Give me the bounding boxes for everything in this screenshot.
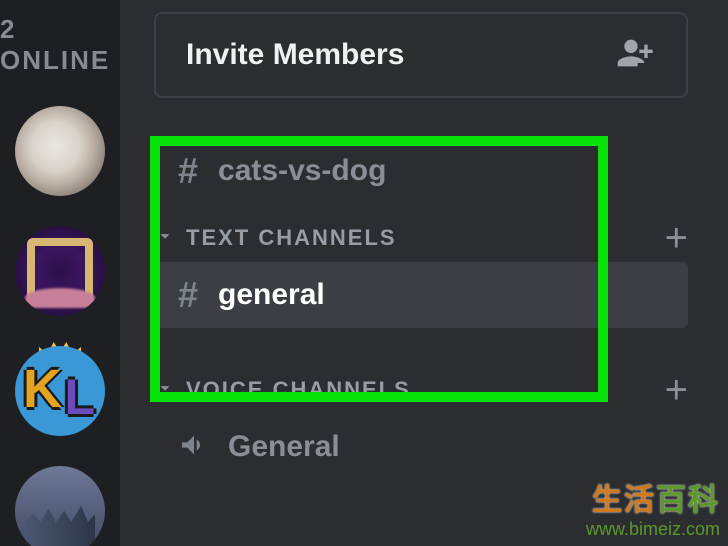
voice-channels-category[interactable]: VOICE CHANNELS +	[154, 366, 688, 414]
watermark-text-2: 百科	[656, 484, 720, 517]
app-root: 2 ONLINE Invite Members # cats-vs-dog TE…	[0, 0, 728, 546]
watermark-url: www.bimeiz.com	[586, 519, 720, 540]
server-rail: 2 ONLINE	[0, 0, 120, 546]
invite-members-card[interactable]: Invite Members	[154, 12, 688, 98]
watermark: 生活百科 www.bimeiz.com	[586, 475, 720, 540]
text-channels-category[interactable]: TEXT CHANNELS +	[154, 214, 688, 262]
server-icon-1[interactable]	[15, 106, 105, 196]
hash-icon: #	[178, 150, 198, 192]
add-user-icon	[616, 33, 656, 78]
category-label: VOICE CHANNELS	[186, 377, 411, 403]
channel-name: general	[218, 278, 325, 312]
add-channel-button[interactable]: +	[665, 218, 688, 258]
channel-general[interactable]: # general	[154, 262, 688, 328]
online-status: 2 ONLINE	[0, 14, 120, 76]
category-label: TEXT CHANNELS	[186, 225, 397, 251]
channel-cats-vs-dog[interactable]: # cats-vs-dog	[154, 138, 688, 204]
channel-name: cats-vs-dog	[218, 154, 386, 188]
add-voice-channel-button[interactable]: +	[665, 370, 688, 410]
server-icon-4[interactable]	[15, 466, 105, 546]
server-icon-3[interactable]	[15, 346, 105, 436]
invite-members-label: Invite Members	[186, 38, 404, 72]
voice-channel-general[interactable]: General	[154, 414, 688, 480]
chevron-down-icon	[154, 225, 176, 252]
channel-panel: Invite Members # cats-vs-dog TEXT CHANNE…	[120, 0, 728, 546]
server-icon-2[interactable]	[15, 226, 105, 316]
voice-channel-name: General	[228, 430, 340, 464]
speaker-icon	[178, 429, 228, 466]
watermark-text-1: 生活	[592, 484, 656, 517]
chevron-down-icon	[154, 377, 176, 404]
hash-icon: #	[178, 274, 198, 316]
